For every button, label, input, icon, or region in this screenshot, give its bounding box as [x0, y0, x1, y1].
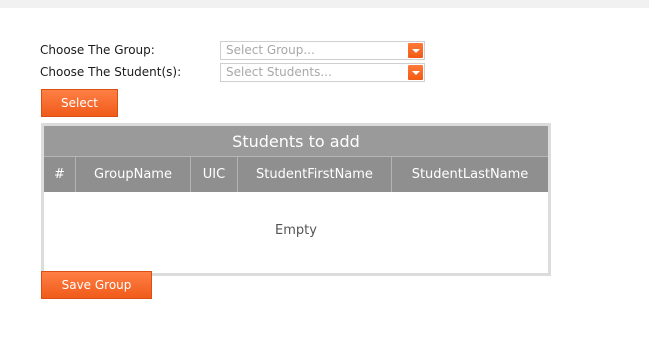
content-panel: Choose The Group: Select Group... Choose…: [0, 8, 649, 364]
save-group-button[interactable]: Save Group: [41, 271, 152, 299]
empty-message: Empty: [275, 222, 317, 238]
column-header-number[interactable]: #: [44, 157, 76, 192]
column-header-studentlastname[interactable]: StudentLastName: [392, 157, 548, 192]
student-select-placeholder: Select Students...: [226, 65, 332, 79]
student-row: Choose The Student(s):: [40, 62, 220, 82]
group-label: Choose The Group:: [40, 43, 155, 57]
student-select[interactable]: Select Students...: [220, 63, 425, 82]
group-select[interactable]: Select Group...: [220, 41, 425, 60]
table-title: Students to add: [44, 126, 548, 157]
group-row: Choose The Group:: [40, 40, 220, 60]
column-header-uic[interactable]: UIC: [191, 157, 238, 192]
student-label: Choose The Student(s):: [40, 65, 182, 79]
group-select-placeholder: Select Group...: [226, 43, 315, 57]
students-table: Students to add # GroupName UIC StudentF…: [41, 123, 551, 276]
table-header-row: # GroupName UIC StudentFirstName Student…: [44, 157, 548, 192]
chevron-down-icon[interactable]: [408, 43, 423, 58]
column-header-studentfirstname[interactable]: StudentFirstName: [238, 157, 392, 192]
select-button[interactable]: Select: [41, 89, 118, 117]
column-header-groupname[interactable]: GroupName: [76, 157, 191, 192]
chevron-down-icon[interactable]: [408, 65, 423, 80]
